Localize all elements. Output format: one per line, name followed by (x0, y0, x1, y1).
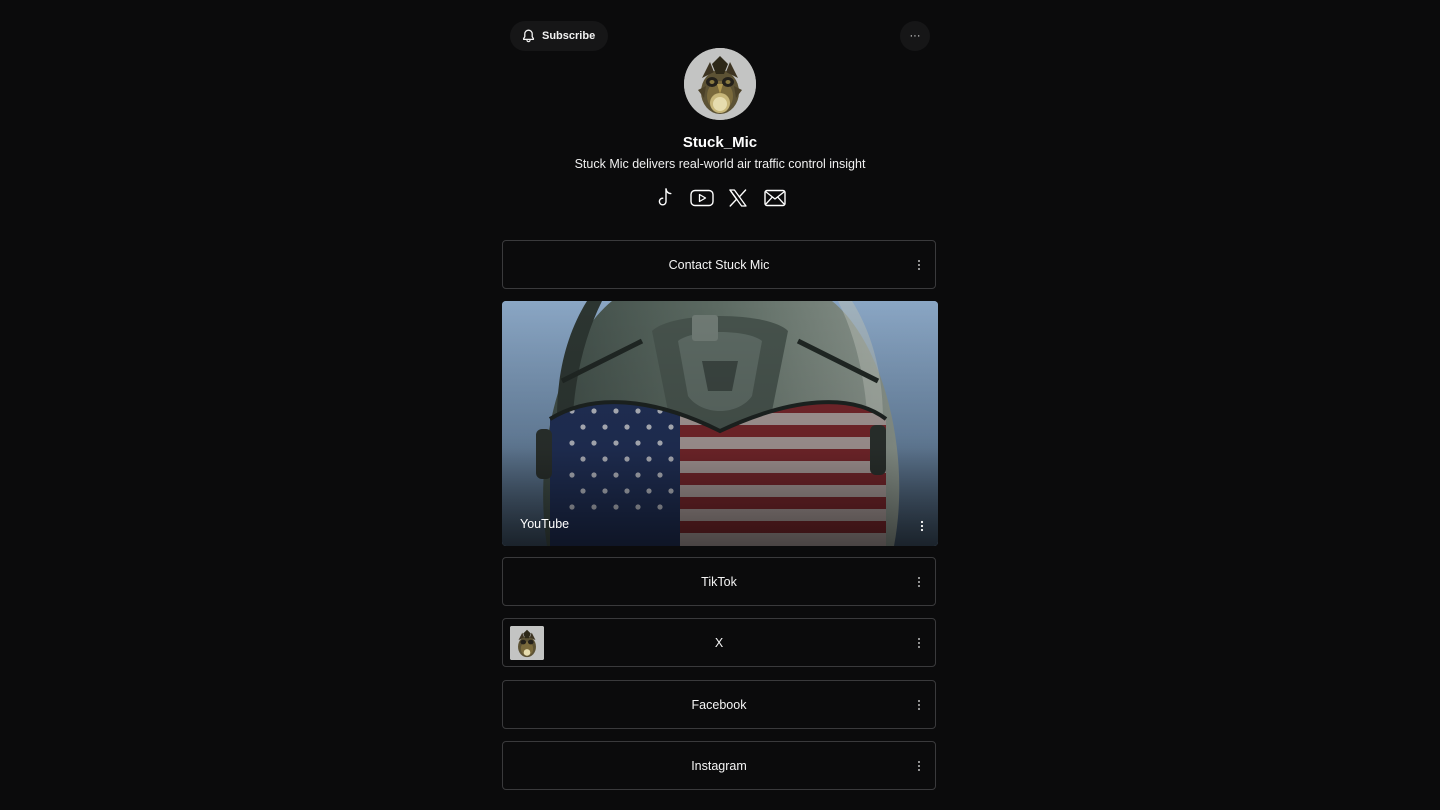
subscribe-label: Subscribe (542, 30, 596, 42)
link-label: YouTube (520, 517, 570, 531)
kebab-menu-icon[interactable] (913, 257, 925, 273)
link-button-facebook[interactable]: Facebook (502, 680, 936, 729)
link-button-x[interactable]: X (502, 618, 936, 667)
kebab-menu-icon[interactable] (913, 758, 925, 774)
kebab-menu-icon[interactable] (913, 697, 925, 713)
link-button-instagram[interactable]: Instagram (502, 741, 936, 790)
link-button-contact[interactable]: Contact Stuck Mic (502, 240, 936, 289)
link-label: Contact Stuck Mic (668, 257, 770, 272)
link-label: TikTok (701, 574, 737, 589)
ellipsis-icon: ··· (909, 30, 921, 42)
avatar (684, 48, 756, 120)
youtube-icon[interactable] (689, 185, 715, 211)
x-icon[interactable] (725, 185, 751, 211)
email-icon[interactable] (762, 185, 788, 211)
link-button-tiktok[interactable]: TikTok (502, 557, 936, 606)
profile-name: Stuck_Mic (682, 134, 758, 151)
link-label: Facebook (691, 697, 747, 712)
kebab-menu-icon[interactable] (913, 635, 925, 651)
featured-thumbnail-image (502, 301, 938, 546)
bell-icon (522, 29, 535, 43)
featured-link-youtube[interactable]: YouTube (502, 301, 938, 546)
subscribe-button[interactable]: Subscribe (510, 21, 609, 51)
linktree-page: Subscribe ··· Stuck_Mic Stuck Mic delive… (0, 0, 1440, 810)
social-icons-row (652, 185, 788, 211)
link-label: X (714, 635, 724, 650)
more-options-button[interactable]: ··· (900, 21, 930, 51)
link-label: Instagram (691, 758, 747, 773)
tiktok-icon[interactable] (652, 185, 678, 211)
kebab-menu-icon[interactable] (916, 518, 928, 534)
kebab-menu-icon[interactable] (913, 574, 925, 590)
profile-bio: Stuck Mic delivers real-world air traffi… (574, 157, 866, 171)
